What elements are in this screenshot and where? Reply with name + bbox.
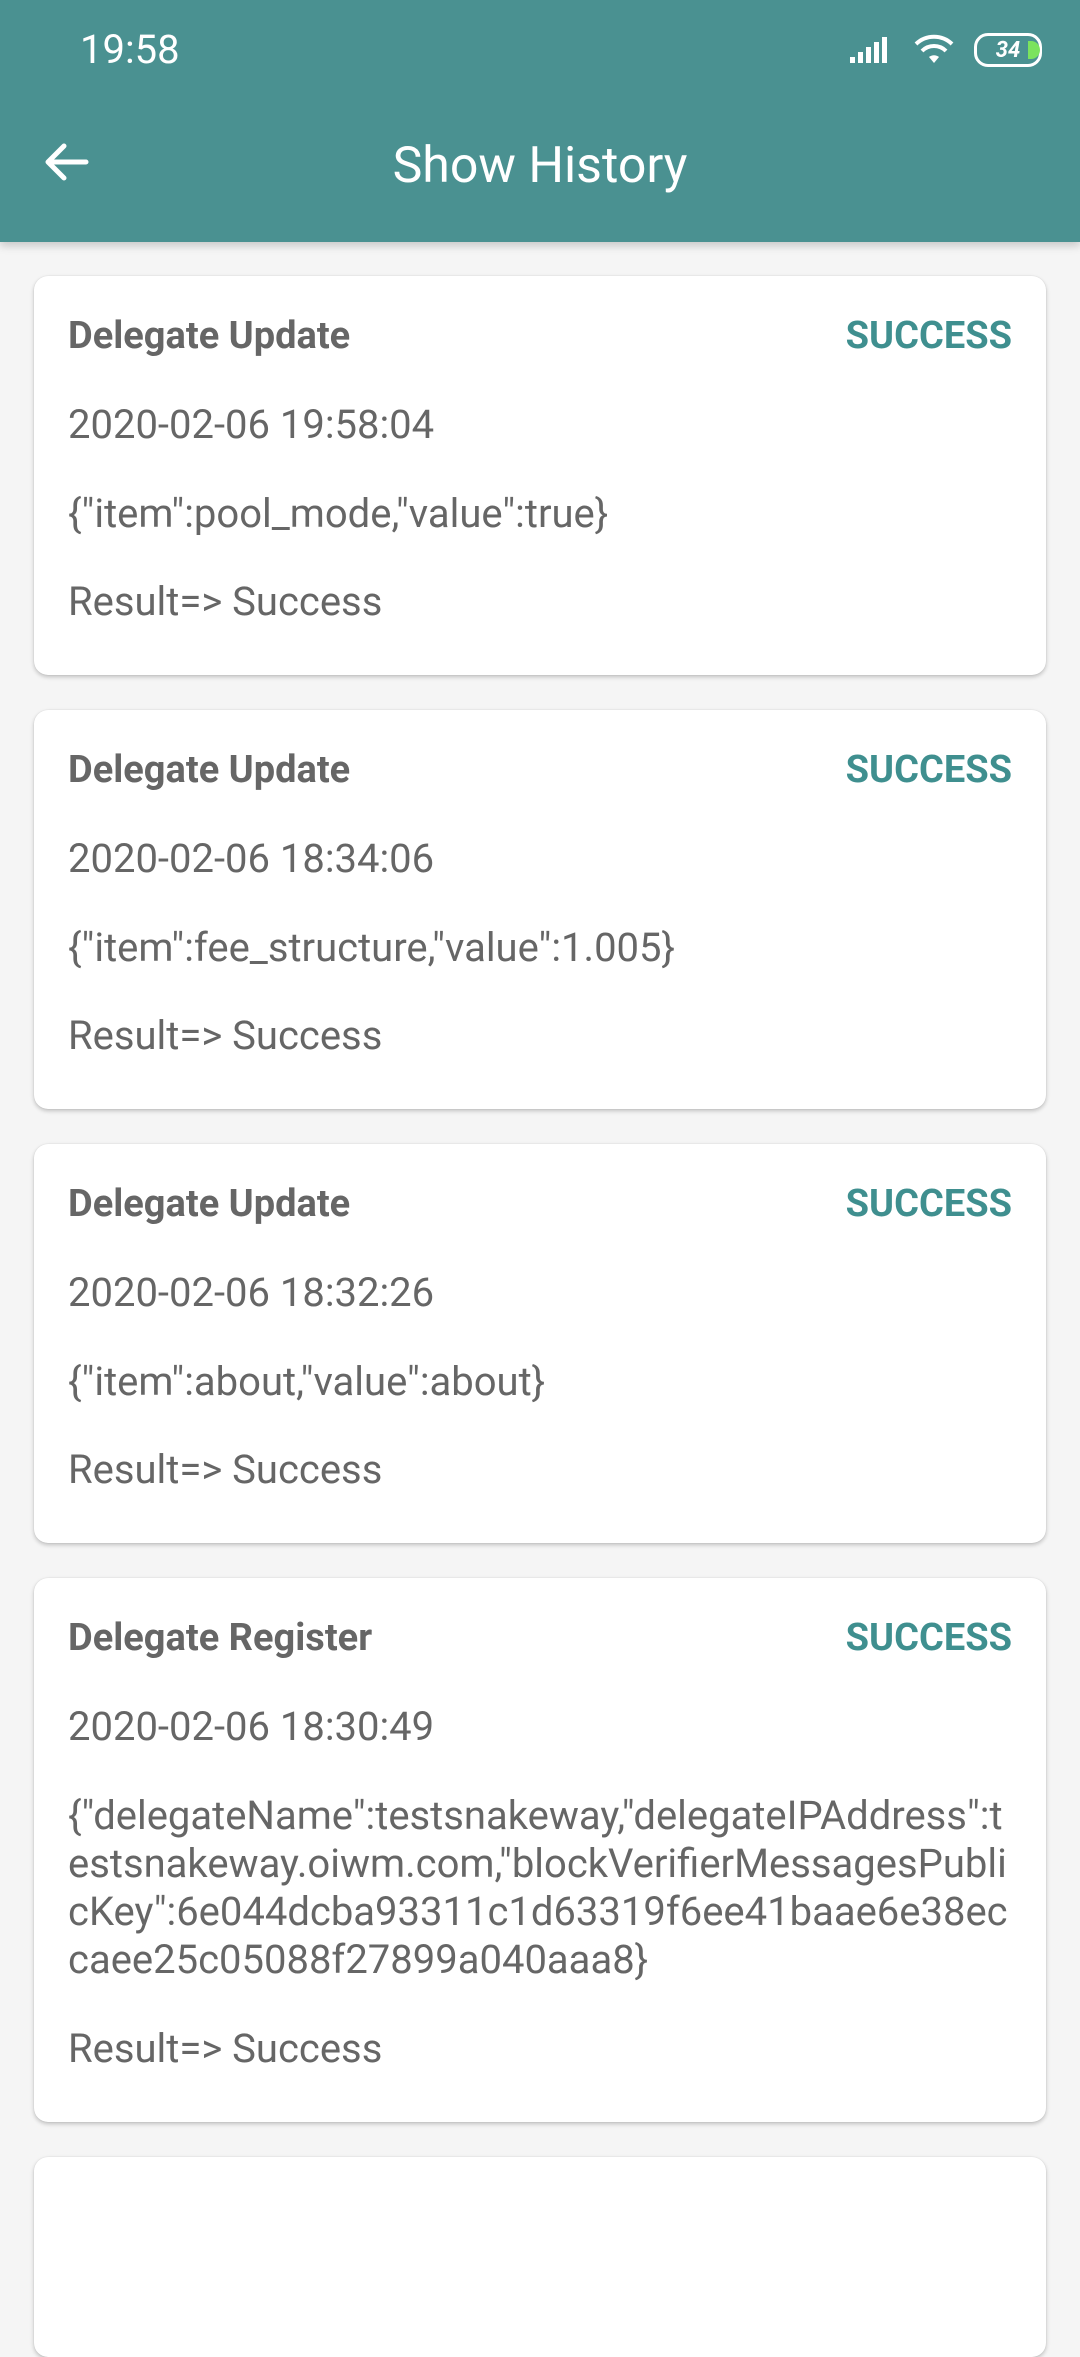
status-badge: SUCCESS	[845, 314, 1012, 358]
history-type: Delegate Update	[68, 314, 351, 358]
history-timestamp: 2020-02-06 18:32:26	[68, 1269, 435, 1316]
history-result: Result=> Success	[68, 1446, 383, 1493]
history-payload: {"item":pool_mode,"value":true}	[68, 490, 609, 537]
status-time: 19:58	[80, 26, 180, 73]
history-payload: {"item":about,"value":about}	[68, 1358, 546, 1405]
history-card-partial[interactable]	[34, 2157, 1046, 2357]
history-card[interactable]: Delegate Update SUCCESS 2020-02-06 18:32…	[34, 1144, 1046, 1543]
battery-level: 34	[995, 37, 1021, 63]
history-type: Delegate Update	[68, 748, 351, 792]
history-result: Result=> Success	[68, 578, 383, 625]
battery-icon: 34	[974, 33, 1042, 67]
history-timestamp: 2020-02-06 18:34:06	[68, 835, 435, 882]
wifi-icon	[914, 34, 954, 63]
status-badge: SUCCESS	[845, 1182, 1012, 1226]
app-bar: 19:58 34 Show History	[0, 0, 1080, 242]
history-card[interactable]: Delegate Register SUCCESS 2020-02-06 18:…	[34, 1578, 1046, 2122]
history-payload: {"item":fee_structure,"value":1.005}	[68, 924, 676, 971]
history-result: Result=> Success	[68, 1012, 383, 1059]
history-type: Delegate Register	[68, 1616, 373, 1660]
history-timestamp: 2020-02-06 19:58:04	[68, 401, 435, 448]
status-badge: SUCCESS	[845, 748, 1012, 792]
history-card[interactable]: Delegate Update SUCCESS 2020-02-06 19:58…	[34, 276, 1046, 675]
history-card[interactable]: Delegate Update SUCCESS 2020-02-06 18:34…	[34, 710, 1046, 1109]
history-type: Delegate Update	[68, 1182, 351, 1226]
status-badge: SUCCESS	[845, 1616, 1012, 1660]
history-result: Result=> Success	[68, 2025, 383, 2072]
signal-icon	[850, 37, 887, 63]
page-title: Show History	[392, 137, 688, 195]
history-timestamp: 2020-02-06 18:30:49	[68, 1703, 435, 1750]
history-payload: {"delegateName":testsnakeway,"delegateIP…	[68, 1792, 1008, 1983]
status-icons: 34	[848, 28, 1042, 72]
